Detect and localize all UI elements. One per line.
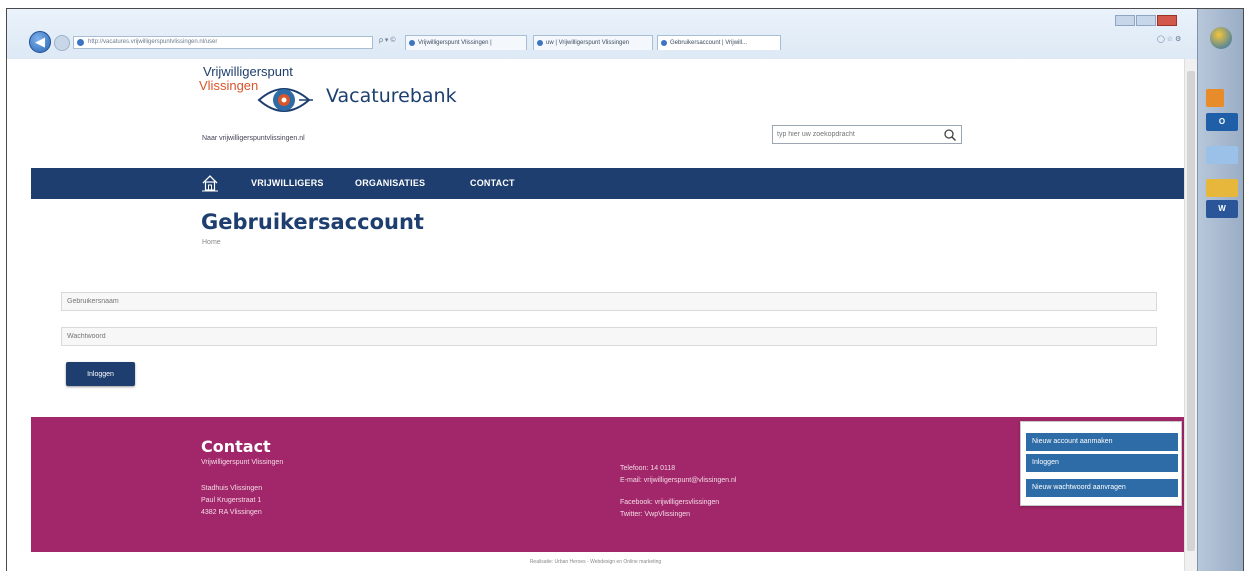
logo-text-top: Vrijwilligerspunt [203,64,293,79]
address-text: http://vacatures.vrijwilligerspuntvlissi… [88,39,218,45]
main-site-link[interactable]: Naar vrijwilligerspuntvlissingen.nl [202,135,305,142]
forward-button[interactable] [54,35,70,51]
address-tools[interactable]: ρ ▾ © [379,36,396,44]
login-link[interactable]: Inloggen [1026,454,1178,472]
footer-address-line: 4382 RA Vlissingen [201,509,262,516]
search-box [772,125,962,144]
nav-item-organisaties[interactable]: ORGANISATIES [355,178,425,188]
logo-text-city: Vlissingen [199,78,259,93]
browser-app-icon[interactable] [1210,27,1232,49]
minimize-button[interactable] [1115,15,1135,26]
browser-tab[interactable]: uw | Vrijwilligerspunt Vlissingen [533,35,653,50]
tab-favicon-icon [409,40,415,46]
back-button[interactable]: ◀ [29,31,51,53]
page-favicon-icon [77,39,84,46]
page-title: Gebruikersaccount [201,210,424,234]
word-app-icon[interactable]: W [1206,200,1238,218]
credits-text[interactable]: Realisatie: Urban Heroes - Webdesign en … [7,559,1184,565]
vertical-scrollbar[interactable] [1184,59,1197,571]
tab-label: uw | Vrijwilligerspunt Vlissingen [546,40,630,46]
address-bar[interactable]: http://vacatures.vrijwilligerspuntvlissi… [73,36,373,49]
footer-email-link[interactable]: E-mail: vrijwilligerspunt@vlissingen.nl [620,477,736,484]
footer-facebook-link[interactable]: Facebook: vrijwilligersvlissingen [620,499,719,506]
maximize-button[interactable] [1136,15,1156,26]
taskbar: O W [1197,9,1243,571]
home-icon[interactable] [201,174,219,192]
login-button[interactable]: Inloggen [66,362,135,386]
tab-favicon-icon [661,40,667,46]
search-input[interactable] [777,126,937,143]
browser-tab[interactable]: Vrijwilligerspunt Vlissingen | [405,35,527,50]
main-navigation: VRIJWILLIGERS ORGANISATIES CONTACT [31,168,1184,199]
window-controls [1115,13,1181,26]
document-app-icon[interactable] [1206,89,1224,107]
footer-org-name: Vrijwilligerspunt Vlissingen [201,459,284,466]
breadcrumb-home[interactable]: Home [202,239,221,246]
browser-tools[interactable]: ◯ ☆ ⚙ [1157,35,1181,43]
scrollbar-thumb[interactable] [1187,71,1195,551]
close-button[interactable] [1157,15,1177,26]
tab-label: Vrijwilligerspunt Vlissingen | [418,40,492,46]
tab-label: Gebruikersaccount | Vrijwill... [670,40,748,46]
site-title: Vacaturebank [326,85,457,107]
request-password-link[interactable]: Nieuw wachtwoord aanvragen [1026,479,1178,497]
account-menu-popup: Nieuw account aanmaken Inloggen Nieuw wa… [1020,421,1182,506]
footer-phone: Telefoon: 14 0118 [620,465,676,472]
browser-tab-active[interactable]: Gebruikersaccount | Vrijwill... [657,35,781,50]
nav-item-contact[interactable]: CONTACT [470,178,515,188]
footer-address-line: Paul Krugerstraat 1 [201,497,262,504]
folder-app-icon[interactable] [1206,179,1238,197]
footer-address-line: Stadhuis Vlissingen [201,485,263,492]
create-account-link[interactable]: Nieuw account aanmaken [1026,433,1178,451]
footer: Contact Vrijwilligerspunt Vlissingen Sta… [31,417,1184,552]
tab-favicon-icon [537,40,543,46]
footer-twitter-link[interactable]: Twitter: VwpVlissingen [620,511,690,518]
search-icon[interactable] [943,128,957,142]
globe-app-icon[interactable] [1206,146,1238,164]
outlook-app-icon[interactable]: O [1206,113,1238,131]
sub-footer: Realisatie: Urban Heroes - Webdesign en … [7,552,1184,571]
eye-logo-icon [257,88,313,112]
username-field[interactable] [61,292,1157,311]
browser-window: ◀ http://vacatures.vrijwilligerspuntvlis… [6,8,1244,571]
browser-toolbar: ◀ http://vacatures.vrijwilligerspuntvlis… [7,9,1197,59]
footer-title: Contact [201,437,271,456]
password-field[interactable] [61,327,1157,346]
nav-item-vrijwilligers[interactable]: VRIJWILLIGERS [251,178,324,188]
web-page: Vrijwilligerspunt Vlissingen Vacatureban… [7,59,1184,571]
